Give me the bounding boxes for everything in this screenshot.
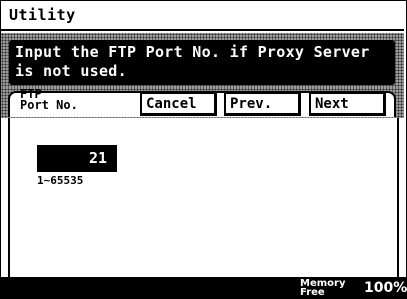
title-bar: Utility <box>1 1 404 31</box>
port-number-field[interactable]: 21 <box>37 145 117 172</box>
cancel-button[interactable]: Cancel <box>140 92 217 116</box>
content-panel <box>8 118 399 277</box>
prev-button[interactable]: Prev. <box>224 92 301 116</box>
port-range-hint: 1~65535 <box>37 174 84 187</box>
window-title: Utility <box>9 6 76 24</box>
message-text: Input the FTP Port No. if Proxy Server i… <box>15 43 370 80</box>
next-button[interactable]: Next <box>309 92 386 116</box>
memory-free-label: Memory Free <box>300 278 346 298</box>
message-band: Input the FTP Port No. if Proxy Server i… <box>1 33 404 91</box>
tab-label: FTP Port No. <box>20 87 78 112</box>
memory-free-value: 100% <box>364 280 407 296</box>
message-box: Input the FTP Port No. if Proxy Server i… <box>9 40 395 85</box>
